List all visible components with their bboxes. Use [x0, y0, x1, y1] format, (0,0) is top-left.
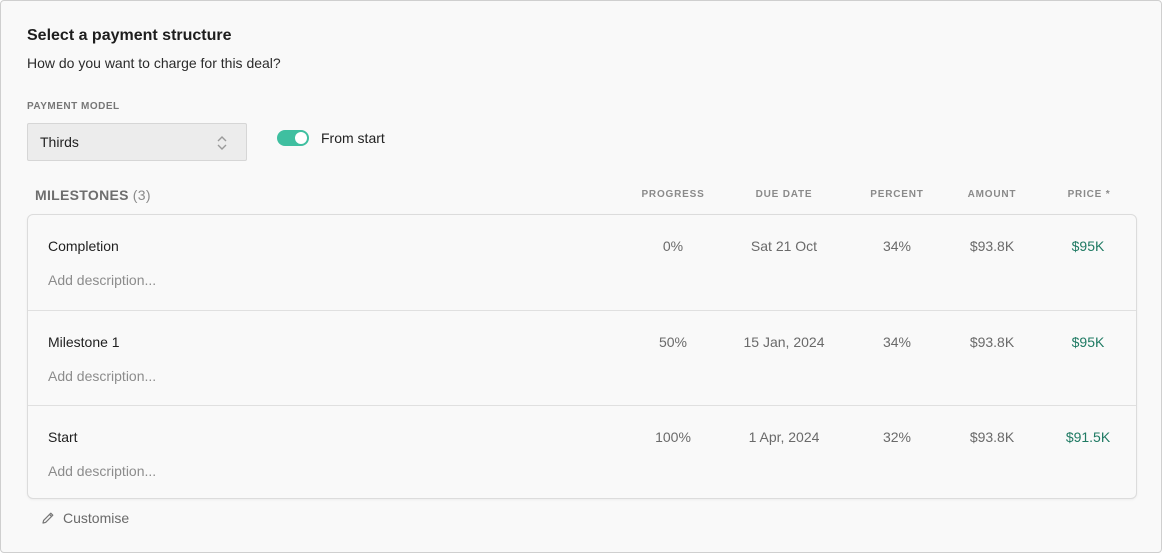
column-header-amount: AMOUNT [967, 189, 1017, 200]
pencil-icon [42, 512, 54, 524]
milestone-due-date: Sat 21 Oct [750, 238, 818, 254]
payment-structure-panel: Select a payment structure How do you wa… [0, 0, 1162, 553]
panel-title: Select a payment structure [27, 27, 232, 44]
milestone-description-input[interactable]: Add description... [48, 368, 156, 384]
milestone-amount: $93.8K [969, 334, 1015, 350]
toggle-knob [295, 132, 307, 144]
milestone-name[interactable]: Start [48, 429, 78, 445]
milestone-percent: 34% [882, 238, 912, 254]
milestones-count: (3) [132, 187, 151, 203]
milestone-name[interactable]: Milestone 1 [48, 334, 120, 350]
customise-label: Customise [63, 510, 130, 526]
column-header-progress: PROGRESS [641, 189, 705, 200]
milestone-percent: 32% [882, 429, 912, 445]
payment-model-value: Thirds [40, 134, 79, 150]
milestone-progress: 50% [658, 334, 688, 350]
milestone-progress: 0% [662, 238, 684, 254]
column-header-due-date: DUE DATE [755, 189, 813, 200]
toggle-label: From start [321, 130, 385, 146]
milestone-amount: $93.8K [969, 429, 1015, 445]
milestone-progress: 100% [655, 429, 691, 445]
milestone-name[interactable]: Completion [48, 238, 119, 254]
milestone-due-date: 1 Apr, 2024 [748, 429, 820, 445]
milestone-price[interactable]: $95K [1048, 334, 1128, 350]
milestone-due-date: 15 Jan, 2024 [743, 334, 825, 350]
milestones-heading: MILESTONES (3) [35, 187, 151, 203]
toggle-switch[interactable] [277, 130, 309, 146]
milestone-row: Milestone 1 Add description... 50% 15 Ja… [28, 310, 1136, 405]
panel-subtitle: How do you want to charge for this deal? [27, 55, 281, 71]
milestone-description-input[interactable]: Add description... [48, 463, 156, 479]
from-start-toggle[interactable]: From start [277, 130, 385, 146]
milestone-price[interactable]: $91.5K [1048, 429, 1128, 445]
milestones-table: Completion Add description... 0% Sat 21 … [27, 214, 1137, 499]
milestone-price[interactable]: $95K [1048, 238, 1128, 254]
payment-model-select[interactable]: Thirds [27, 123, 247, 161]
payment-model-label: PAYMENT MODEL [27, 101, 120, 112]
column-header-percent: PERCENT [870, 189, 924, 200]
milestone-row: Completion Add description... 0% Sat 21 … [28, 215, 1136, 310]
customise-button[interactable]: Customise [41, 510, 129, 526]
milestones-title: MILESTONES [35, 187, 129, 203]
milestone-row: Start Add description... 100% 1 Apr, 202… [28, 405, 1136, 500]
milestone-description-input[interactable]: Add description... [48, 272, 156, 288]
chevron-up-down-icon [217, 136, 227, 150]
milestone-amount: $93.8K [969, 238, 1015, 254]
column-header-price: PRICE * [1067, 189, 1111, 200]
milestone-percent: 34% [882, 334, 912, 350]
